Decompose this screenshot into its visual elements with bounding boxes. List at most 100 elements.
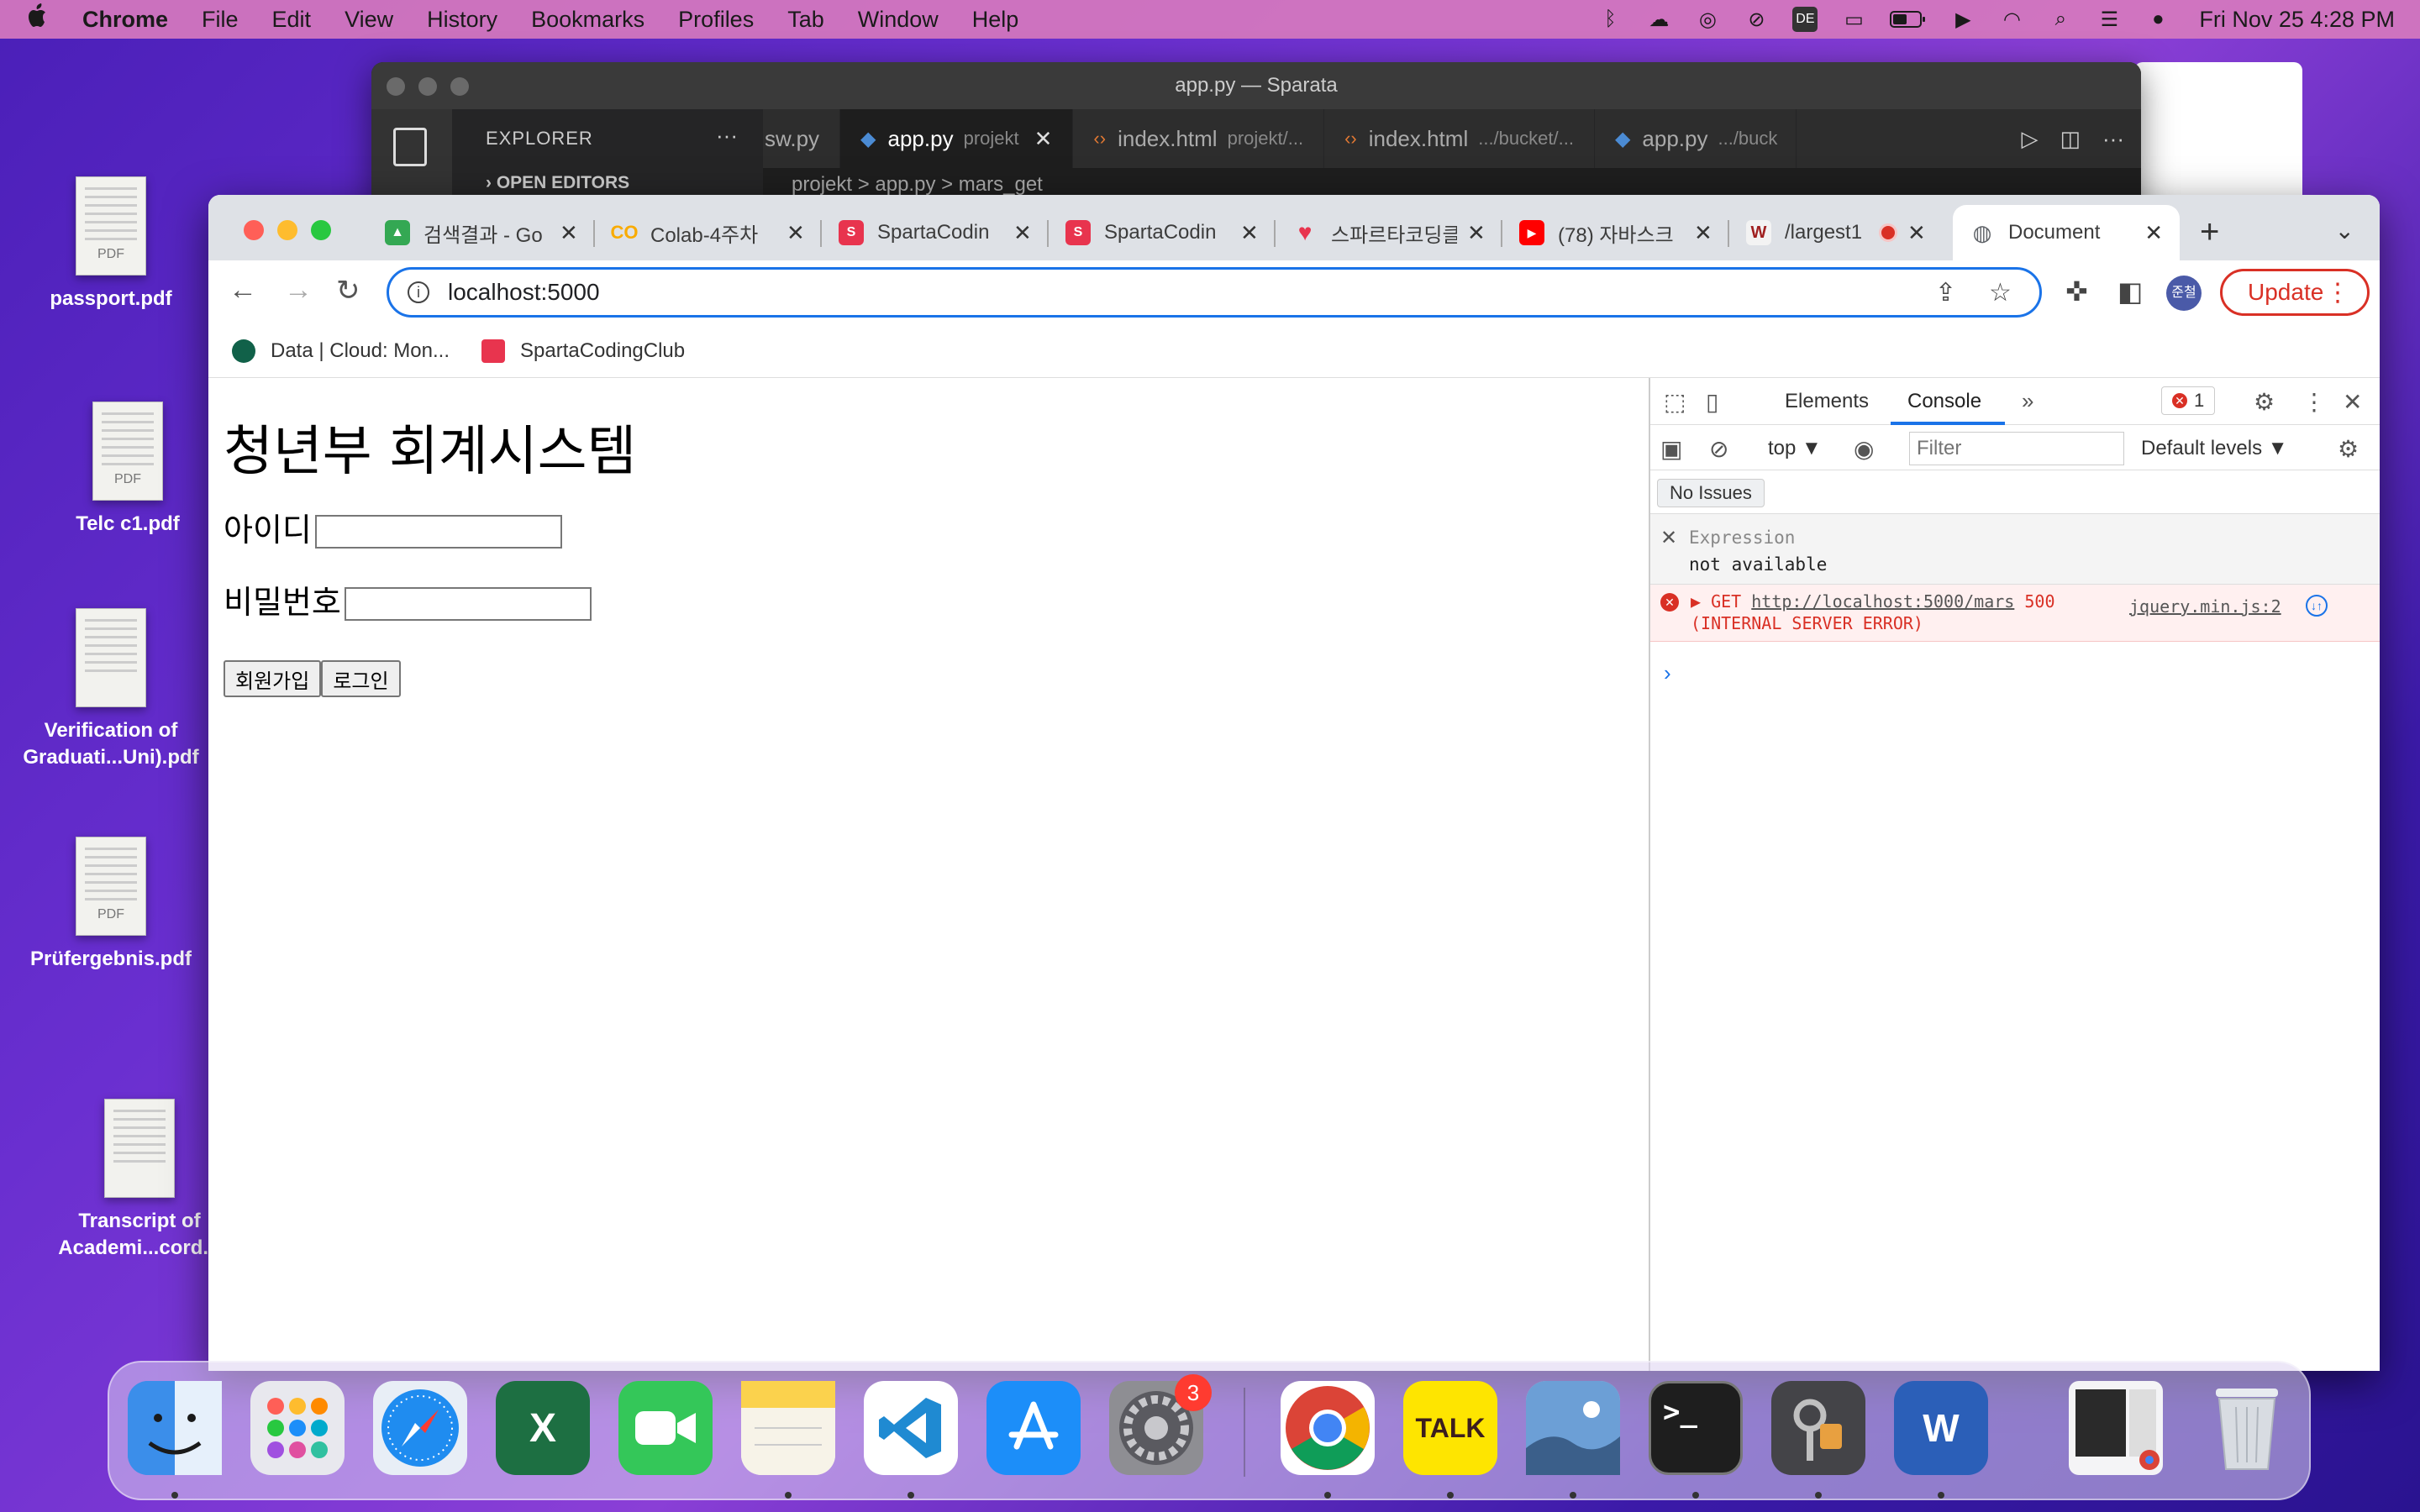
log-levels-dropdown[interactable]: Default levels ▼	[2141, 437, 2288, 460]
run-icon[interactable]: ▷	[2021, 126, 2038, 152]
close-window-icon[interactable]	[387, 77, 405, 96]
vscode-icon[interactable]	[864, 1381, 958, 1475]
minimize-window-icon[interactable]	[418, 77, 437, 96]
url-input[interactable]	[448, 279, 1792, 306]
control-center-icon[interactable]: ☰	[2096, 7, 2122, 32]
device-toolbar-icon[interactable]: ▯	[1706, 388, 1718, 416]
editor-tab[interactable]: ◆ app.py .../buck	[1595, 109, 1797, 168]
error-url[interactable]: http://localhost:5000/mars	[1751, 591, 2014, 612]
bookmark-item[interactable]: SpartaCodingClub	[481, 339, 685, 363]
more-tabs-icon[interactable]: »	[2022, 388, 2033, 414]
bluetooth-icon[interactable]: ᛒ	[1597, 7, 1623, 32]
extensions-icon[interactable]: ✜	[2065, 276, 2088, 307]
clear-console-icon[interactable]: ⊘	[1709, 435, 1728, 463]
issues-chip[interactable]: No Issues	[1657, 479, 1765, 507]
tab-search-icon[interactable]: ⌄	[2335, 217, 2354, 244]
gear-icon[interactable]: ⚙	[2338, 435, 2359, 463]
network-request-icon[interactable]: ↓↑	[2306, 595, 2328, 617]
close-tab-icon[interactable]: ✕	[560, 220, 578, 246]
app-store-icon[interactable]	[986, 1381, 1081, 1475]
downloads-stack-icon[interactable]	[2069, 1381, 2163, 1475]
close-tab-icon[interactable]: ✕	[1034, 126, 1053, 152]
id-input[interactable]	[314, 515, 562, 549]
zoom-window-icon[interactable]	[450, 77, 469, 96]
browser-tab[interactable]: S SpartaCodin ✕	[822, 205, 1049, 260]
creative-cloud-icon[interactable]: ☁	[1646, 7, 1671, 32]
password-input[interactable]	[344, 587, 592, 621]
files-icon[interactable]	[393, 128, 427, 166]
new-tab-button[interactable]: +	[2200, 213, 2219, 251]
close-tab-icon[interactable]: ✕	[1467, 220, 1486, 246]
close-tab-icon[interactable]: ✕	[1694, 220, 1712, 246]
login-button[interactable]: 로그인	[321, 660, 401, 697]
facetime-icon[interactable]	[618, 1381, 713, 1475]
keychain-access-icon[interactable]	[1771, 1381, 1865, 1475]
forward-icon[interactable]: →	[284, 274, 313, 307]
apple-menu-icon[interactable]	[25, 3, 50, 36]
eye-icon[interactable]: ◉	[1854, 435, 1874, 463]
close-icon[interactable]: ✕	[2343, 388, 2362, 416]
open-editors-section[interactable]: › OPEN EDITORS	[486, 173, 629, 193]
preview-icon[interactable]	[1526, 1381, 1620, 1475]
play-icon[interactable]: ▶	[1950, 7, 1975, 32]
browser-tab[interactable]: CO Colab-4주차 ✕	[595, 205, 822, 260]
error-count-badge[interactable]: ✕ 1	[2161, 386, 2216, 415]
word-icon[interactable]: W	[1894, 1381, 1988, 1475]
editor-tab[interactable]: sw.py	[763, 109, 841, 168]
console-prompt[interactable]: ›	[1664, 660, 1671, 686]
browser-tab[interactable]: S SpartaCodin ✕	[1049, 205, 1276, 260]
update-button[interactable]: Update ⋮	[2220, 269, 2370, 316]
expression-label[interactable]: Expression	[1689, 528, 1795, 548]
desktop-file-telc[interactable]: PDF Telc c1.pdf	[27, 402, 229, 538]
back-icon[interactable]: ←	[229, 274, 257, 307]
kebab-menu-icon[interactable]: ⋮	[2325, 278, 2350, 307]
signup-button[interactable]: 회원가입	[224, 660, 322, 697]
more-icon[interactable]: ···	[716, 123, 738, 149]
avatar[interactable]: 준철	[2166, 276, 2202, 311]
console-filter-input[interactable]	[1909, 432, 2124, 465]
error-source-link[interactable]: jquery.min.js:2	[2129, 596, 2281, 617]
console-error-message[interactable]: ✕ ▶ GET http://localhost:5000/mars 500 (…	[1650, 585, 2380, 642]
more-actions-icon[interactable]: ···	[2102, 126, 2124, 152]
desktop-file-verification[interactable]: Verification of Graduati...Uni).pdf	[10, 608, 212, 771]
keyboard-de-icon[interactable]: DE	[1792, 7, 1818, 32]
menu-history[interactable]: History	[427, 7, 497, 33]
close-tab-icon[interactable]: ✕	[2144, 220, 2163, 246]
notes-icon[interactable]	[741, 1381, 835, 1475]
menu-tab[interactable]: Tab	[787, 7, 824, 33]
menu-profiles[interactable]: Profiles	[678, 7, 754, 33]
menu-view[interactable]: View	[345, 7, 393, 33]
split-editor-icon[interactable]: ◫	[2060, 126, 2081, 152]
desktop-file-pruefergebnis[interactable]: PDF Prüfergebnis.pdf	[10, 837, 212, 973]
menu-edit[interactable]: Edit	[272, 7, 312, 33]
context-selector[interactable]: top ▼	[1768, 437, 1822, 460]
tab-console[interactable]: Console	[1907, 390, 1981, 413]
close-tab-icon[interactable]: ✕	[1907, 220, 1926, 246]
tab-elements[interactable]: Elements	[1785, 390, 1869, 413]
minimize-window-icon[interactable]	[277, 220, 297, 240]
menu-help[interactable]: Help	[972, 7, 1019, 33]
mute-icon[interactable]: ⊘	[1744, 7, 1769, 32]
excel-icon[interactable]: X	[496, 1381, 590, 1475]
bookmark-item[interactable]: Data | Cloud: Mon...	[232, 339, 450, 363]
browser-tab[interactable]: ▲ 검색결과 - Go ✕	[368, 205, 595, 260]
close-tab-icon[interactable]: ✕	[1240, 220, 1259, 246]
reload-icon[interactable]: ↻	[336, 274, 360, 307]
kakaotalk-icon[interactable]: TALK	[1403, 1381, 1497, 1475]
siri-icon[interactable]: ●	[2145, 7, 2170, 32]
chrome-icon[interactable]	[1281, 1381, 1375, 1475]
error-method[interactable]: ▶ GET	[1691, 591, 1741, 612]
kebab-menu-icon[interactable]: ⋮	[2302, 388, 2326, 416]
close-tab-icon[interactable]: ✕	[786, 220, 805, 246]
finder-icon[interactable]	[128, 1381, 222, 1475]
browser-tab[interactable]: W /largest1 ✕	[1729, 205, 1949, 260]
wifi-icon[interactable]: ◠	[1999, 7, 2024, 32]
close-tab-icon[interactable]: ✕	[1013, 220, 1032, 246]
editor-tab[interactable]: ‹› index.html projekt/...	[1073, 109, 1325, 168]
close-icon[interactable]: ✕	[1660, 526, 1677, 550]
airdrop-icon[interactable]: ◎	[1695, 7, 1720, 32]
battery-icon[interactable]	[1890, 7, 1927, 32]
menu-window[interactable]: Window	[858, 7, 939, 33]
menu-app-name[interactable]: Chrome	[82, 7, 168, 33]
menu-file[interactable]: File	[202, 7, 239, 33]
